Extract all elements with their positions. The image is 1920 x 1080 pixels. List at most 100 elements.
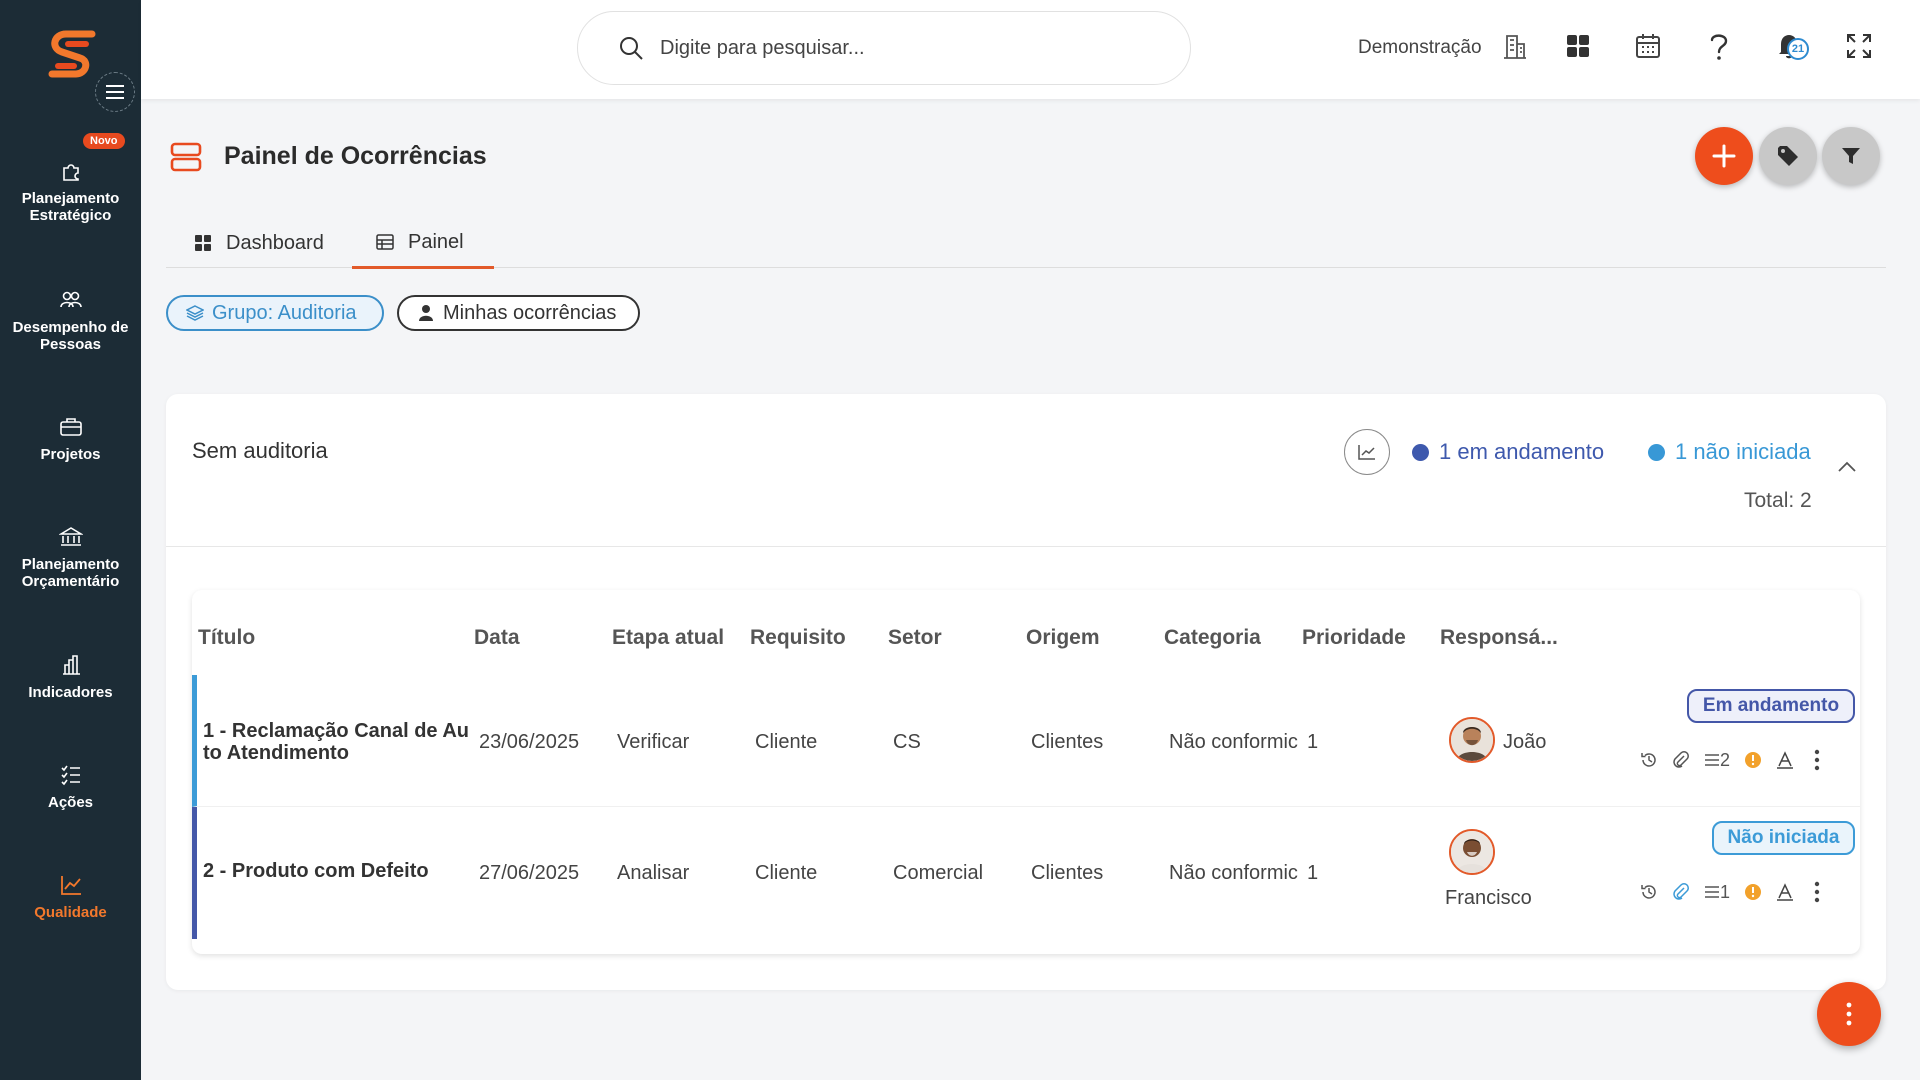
status-dot — [1412, 443, 1429, 461]
sidebar-item-acoes[interactable]: Ações — [0, 762, 141, 811]
tabs-bar: Dashboard Painel — [166, 218, 1886, 269]
more-vertical-icon[interactable] — [1814, 881, 1820, 903]
calendar-icon[interactable] — [1630, 28, 1666, 64]
filter-chip-grupo[interactable]: Grupo: Auditoria — [166, 295, 384, 331]
cell-titulo: 1 - Reclamação Canal de Au to Atendiment… — [203, 720, 470, 764]
cell-categoria: Não conformic — [1169, 862, 1298, 884]
row-actions: 2 — [1640, 749, 1834, 771]
cell-etapa: Analisar — [617, 862, 690, 884]
column-header-data[interactable]: Data — [474, 626, 520, 650]
dashboard-grid-icon — [194, 234, 212, 252]
add-button[interactable] — [1695, 127, 1753, 185]
text-format-icon[interactable] — [1776, 751, 1794, 769]
history-icon[interactable] — [1640, 883, 1658, 901]
column-header-categoria[interactable]: Categoria — [1164, 626, 1261, 650]
items-count[interactable]: 1 — [1704, 882, 1730, 903]
sidebar-item-label: Desempenho de Pessoas — [12, 319, 129, 353]
filter-button[interactable] — [1822, 127, 1880, 185]
notifications-bell-icon[interactable]: 21 — [1771, 28, 1809, 64]
table-icon — [376, 233, 394, 251]
notification-count-badge: 21 — [1787, 38, 1809, 60]
sidebar-item-label: Projetos — [40, 446, 101, 463]
more-vertical-icon[interactable] — [1814, 749, 1820, 771]
sidebar-item-desempenho-de-pessoas[interactable]: Desempenho de Pessoas — [0, 287, 141, 353]
chart-button[interactable] — [1344, 429, 1390, 475]
row-actions: 1 — [1640, 881, 1834, 903]
priority-alert-icon[interactable] — [1744, 883, 1762, 901]
cell-setor: Comercial — [893, 862, 984, 884]
cell-origem: Clientes — [1031, 731, 1104, 753]
cell-requisito: Cliente — [755, 862, 818, 884]
priority-alert-icon[interactable] — [1744, 751, 1762, 769]
table-row[interactable]: 2 - Produto com Defeito 27/06/2025 Anali… — [192, 807, 1860, 939]
column-header-prioridade[interactable]: Prioridade — [1302, 626, 1406, 650]
cell-setor: CS — [893, 731, 921, 753]
bar-chart-icon — [58, 652, 84, 678]
column-header-titulo[interactable]: Título — [198, 626, 255, 650]
sidebar-item-label: Ações — [47, 794, 94, 811]
column-header-requisito[interactable]: Requisito — [750, 626, 846, 650]
attachment-icon[interactable] — [1672, 751, 1690, 769]
text-format-icon[interactable] — [1776, 883, 1794, 901]
list-icon — [1705, 886, 1719, 898]
environment-label[interactable]: Demonstração — [1358, 37, 1482, 59]
attachment-icon[interactable] — [1672, 883, 1690, 901]
items-count-value: 1 — [1720, 881, 1731, 902]
menu-toggle-button[interactable] — [95, 72, 135, 112]
tab-dashboard[interactable]: Dashboard — [194, 218, 324, 268]
sidebar-item-qualidade[interactable]: Qualidade — [0, 872, 141, 921]
app-logo[interactable] — [40, 26, 104, 86]
chart-icon — [1358, 445, 1375, 460]
cell-origem: Clientes — [1031, 862, 1104, 884]
history-icon[interactable] — [1640, 751, 1658, 769]
topbar: Digite para pesquisar... Demonstração 21 — [141, 0, 1920, 99]
sidebar-item-indicadores[interactable]: Indicadores — [0, 652, 141, 701]
items-count-value: 2 — [1720, 749, 1731, 770]
cell-requisito: Cliente — [755, 731, 818, 753]
sidebar-item-planejamento-orcamentario[interactable]: Planejamento Orçamentário — [0, 524, 141, 590]
building-icon[interactable] — [1497, 28, 1533, 64]
status-badge[interactable]: Não iniciada — [1712, 821, 1855, 855]
chevron-up-icon[interactable] — [1836, 460, 1858, 474]
cell-titulo: 2 - Produto com Defeito — [203, 860, 429, 882]
items-count[interactable]: 2 — [1704, 750, 1730, 771]
column-header-etapa-atual[interactable]: Etapa atual — [612, 626, 724, 650]
fullscreen-icon[interactable] — [1841, 28, 1877, 64]
search-input[interactable]: Digite para pesquisar... — [577, 11, 1191, 85]
cell-prioridade: 1 — [1307, 731, 1319, 753]
list-icon — [1705, 754, 1719, 766]
help-icon[interactable] — [1701, 28, 1737, 64]
tags-button[interactable] — [1759, 127, 1817, 185]
apps-grid-icon[interactable] — [1560, 28, 1596, 64]
chip-label: Minhas ocorrências — [443, 301, 617, 324]
cell-categoria: Não conformic — [1169, 731, 1298, 753]
column-header-setor[interactable]: Setor — [888, 626, 942, 650]
card-divider — [166, 546, 1886, 547]
column-header-origem[interactable]: Origem — [1026, 626, 1100, 650]
occurrences-table: Título Data Etapa atual Requisito Setor … — [192, 590, 1860, 954]
layers-icon — [186, 304, 204, 322]
people-icon — [58, 287, 84, 313]
more-actions-fab[interactable] — [1817, 982, 1881, 1046]
filter-icon — [1842, 148, 1860, 164]
filter-chip-minhas-ocorrencias[interactable]: Minhas ocorrências — [397, 295, 640, 331]
legend-em-andamento[interactable]: 1 em andamento — [1412, 439, 1604, 465]
avatar[interactable] — [1449, 717, 1495, 763]
sidebar-item-projetos[interactable]: Projetos — [0, 414, 141, 463]
group-title: Sem auditoria — [192, 438, 328, 463]
legend-label: 1 em andamento — [1439, 439, 1605, 464]
tab-painel[interactable]: Painel — [352, 218, 494, 269]
page-title: Painel de Ocorrências — [224, 142, 487, 170]
status-badge[interactable]: Em andamento — [1687, 689, 1855, 723]
avatar[interactable] — [1449, 829, 1495, 875]
legend-nao-iniciada[interactable]: 1 não iniciada — [1648, 439, 1811, 465]
column-header-responsavel[interactable]: Responsá... — [1440, 626, 1558, 650]
table-row[interactable]: 1 - Reclamação Canal de Au to Atendiment… — [192, 675, 1860, 807]
puzzle-icon — [58, 158, 84, 184]
sidebar-item-planejamento-estrategico[interactable]: Planejamento Estratégico — [0, 158, 141, 224]
cell-etapa: Verificar — [617, 731, 690, 753]
new-badge: Novo — [83, 133, 125, 149]
plus-icon — [1712, 144, 1736, 168]
sidebar-item-label: Qualidade — [34, 904, 107, 921]
cell-responsavel: Francisco — [1445, 887, 1532, 909]
